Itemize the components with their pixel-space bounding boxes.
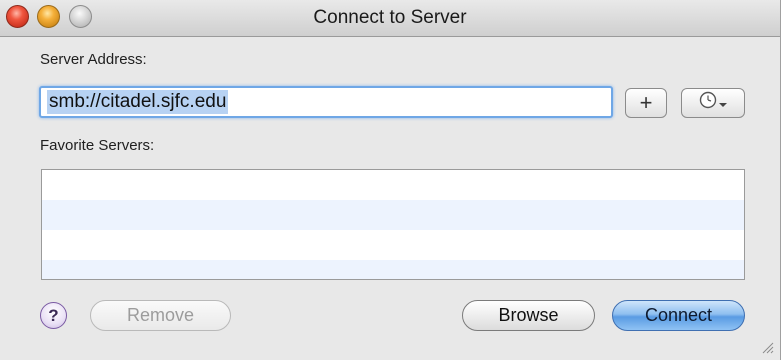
list-item[interactable] [42, 230, 744, 260]
server-address-value: smb://citadel.sjfc.edu [47, 90, 229, 114]
list-item[interactable] [42, 170, 744, 200]
list-item[interactable] [42, 200, 744, 230]
help-button[interactable]: ? [40, 302, 67, 329]
browse-button[interactable]: Browse [462, 300, 595, 331]
connect-button-label: Connect [644, 305, 713, 325]
remove-button-label: Remove [126, 305, 195, 325]
connect-button[interactable]: Connect [612, 300, 745, 331]
resize-grip-icon[interactable] [760, 340, 774, 354]
window-title: Connect to Server [313, 7, 467, 28]
plus-icon: + [639, 90, 653, 115]
add-favorite-button[interactable]: + [625, 88, 667, 118]
question-mark-icon: ? [48, 305, 59, 325]
connect-to-server-window: Connect to Server Server Address: smb://… [0, 0, 781, 360]
clock-icon [698, 90, 718, 116]
browse-button-label: Browse [498, 305, 559, 325]
dropdown-arrow-icon [718, 90, 728, 116]
favorite-servers-list[interactable] [41, 169, 745, 280]
favorite-servers-label: Favorite Servers: [40, 137, 155, 154]
remove-button[interactable]: Remove [90, 300, 231, 331]
server-address-label: Server Address: [40, 51, 147, 68]
list-item[interactable] [42, 260, 744, 279]
server-address-input[interactable]: smb://citadel.sjfc.edu [39, 86, 613, 118]
title-bar[interactable]: Connect to Server [0, 0, 780, 37]
recent-servers-button[interactable] [681, 88, 745, 118]
